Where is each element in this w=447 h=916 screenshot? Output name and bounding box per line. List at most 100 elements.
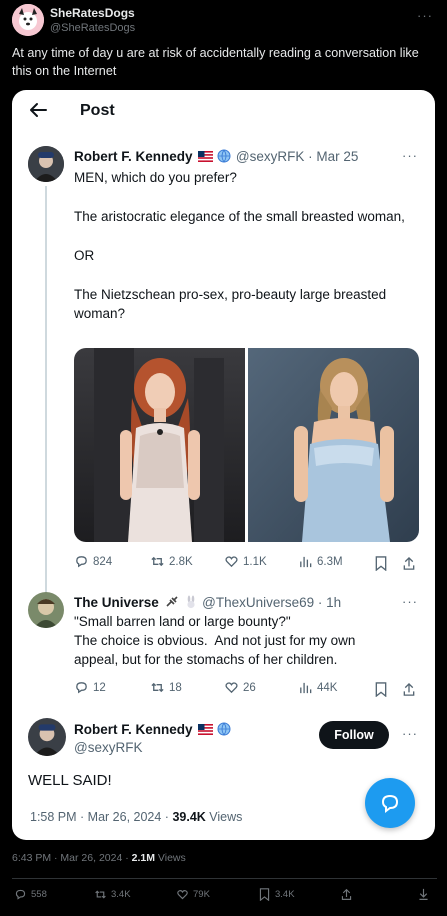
tweet-actions: 824 2.8K 1.1K 6.3M — [74, 554, 419, 574]
post-meta: 6:43 PM · Mar 26, 2024 · 2.1M Views — [12, 852, 186, 864]
reply-icon — [381, 794, 399, 813]
photo — [248, 348, 419, 542]
download-button[interactable] — [417, 888, 430, 901]
tweet-header: The Universe @ThexUniverse69 · 1h — [74, 594, 341, 612]
reply-icon — [76, 556, 87, 568]
timestamp: 1:58 PM · Mar 26, 2024 · — [30, 810, 169, 824]
repost-icon — [151, 556, 164, 567]
like-count: 79K — [193, 889, 210, 900]
views-button: 44K — [298, 680, 337, 695]
views-label: Views — [209, 810, 243, 824]
bookmark-icon — [259, 888, 270, 901]
repost-count: 18 — [169, 681, 182, 694]
us-flag-icon — [197, 151, 213, 162]
repost-button: 18 — [150, 680, 182, 695]
text-line: The aristocratic elegance of the small b… — [74, 209, 405, 224]
author-handle-date: @sexyRFK · Mar 25 — [235, 149, 359, 164]
follow-button: Follow — [319, 721, 389, 749]
views-icon — [300, 556, 312, 568]
photo — [74, 348, 245, 542]
display-name[interactable]: SheRatesDogs — [50, 6, 135, 20]
view-count: 44K — [317, 681, 338, 694]
views-button: 6.3M — [298, 554, 343, 569]
us-flag-icon — [197, 724, 213, 735]
share-icon — [403, 682, 415, 696]
more-options-icon: ··· — [402, 726, 418, 741]
views-icon — [300, 682, 312, 694]
tweet-header: Robert F. Kennedy @sexyRFK · Mar 25 — [74, 148, 358, 166]
divider — [12, 878, 437, 879]
views-label: Views — [157, 852, 186, 864]
page-title: Post — [80, 102, 115, 119]
tweet-text: MEN, which do you prefer? The aristocrat… — [74, 168, 419, 323]
view-count: 2.1M — [131, 852, 155, 864]
like-count: 1.1K — [243, 555, 267, 568]
view-count: 39.4K — [172, 810, 206, 824]
text-line: OR — [74, 248, 95, 263]
reply-icon — [76, 682, 87, 694]
like-button: 26 — [224, 680, 256, 695]
reply-icon — [15, 889, 26, 900]
heart-icon — [225, 556, 238, 568]
reply-count: 12 — [93, 681, 106, 694]
globe-icon — [217, 149, 231, 163]
author-name: Robert F. Kennedy — [74, 149, 193, 164]
bookmark-count: 3.4K — [275, 889, 295, 900]
text-line: The Nietzschean pro-sex, pro-beauty larg… — [74, 287, 387, 321]
share-icon — [341, 888, 352, 900]
embedded-screenshot: Post Robert F. Kennedy @sexyRFK · Mar 25… — [12, 90, 435, 840]
bookmark-button[interactable]: 3.4K — [258, 888, 295, 901]
post-actions: 558 3.4K 79K 3.4K — [12, 888, 437, 908]
reply-count: 558 — [31, 889, 47, 900]
author-name: Robert F. Kennedy — [74, 722, 193, 737]
like-count: 26 — [243, 681, 256, 694]
tweet-text: WELL SAID! — [28, 772, 112, 789]
bookmark-icon — [375, 556, 387, 571]
text-line: The choice is obvious. And not just for … — [74, 633, 360, 667]
tweet-text: "Small barren land or large bounty?" The… — [74, 612, 384, 669]
repost-icon — [95, 890, 106, 899]
author-handle: @sexyRFK — [74, 740, 143, 755]
text-line: MEN, which do you prefer? — [74, 170, 237, 185]
reply-button: 824 — [74, 554, 112, 569]
text-line: "Small barren land or large bounty?" — [74, 614, 291, 629]
repost-button: 2.8K — [150, 554, 193, 569]
reply-button[interactable]: 558 — [14, 888, 47, 901]
more-options-icon: ··· — [402, 148, 418, 163]
heart-icon — [177, 890, 188, 900]
avatar — [28, 718, 66, 756]
author-name: The Universe — [74, 595, 159, 610]
more-options-icon: ··· — [402, 594, 418, 609]
share-button[interactable] — [340, 888, 353, 901]
timestamp[interactable]: 6:43 PM · Mar 26, 2024 · — [12, 852, 129, 864]
reply-fab — [365, 778, 415, 828]
bookmark-icon — [375, 682, 387, 697]
outer-post-header: SheRatesDogs @SheRatesDogs ··· — [12, 4, 437, 38]
thread-line — [45, 186, 47, 598]
repost-button[interactable]: 3.4K — [94, 888, 131, 901]
avatar — [28, 592, 64, 628]
repost-count: 2.8K — [169, 555, 193, 568]
author-handle-date: @ThexUniverse69 · 1h — [202, 595, 342, 610]
post-text: At any time of day u are at risk of acci… — [12, 46, 419, 78]
globe-icon — [217, 722, 231, 736]
back-arrow-icon — [30, 103, 47, 117]
reply-button: 12 — [74, 680, 106, 695]
repost-icon — [151, 682, 164, 693]
user-handle[interactable]: @SheRatesDogs — [50, 22, 135, 34]
rabbit-icon — [187, 595, 195, 609]
more-options-icon[interactable]: ··· — [417, 8, 433, 23]
avatar — [28, 146, 64, 182]
heart-icon — [225, 682, 238, 694]
like-button: 1.1K — [224, 554, 267, 569]
plug-icon — [166, 596, 178, 607]
tweet-actions: 12 18 26 44K — [74, 680, 419, 700]
reply-count: 824 — [93, 555, 113, 568]
like-button[interactable]: 79K — [176, 888, 210, 901]
share-icon — [403, 556, 415, 570]
avatar[interactable] — [12, 4, 44, 36]
tweet-timestamp: 1:58 PM · Mar 26, 2024 · 39.4K Views — [30, 810, 242, 824]
screenshot-header: Post — [12, 90, 435, 132]
view-count: 6.3M — [317, 555, 343, 568]
repost-count: 3.4K — [111, 889, 131, 900]
